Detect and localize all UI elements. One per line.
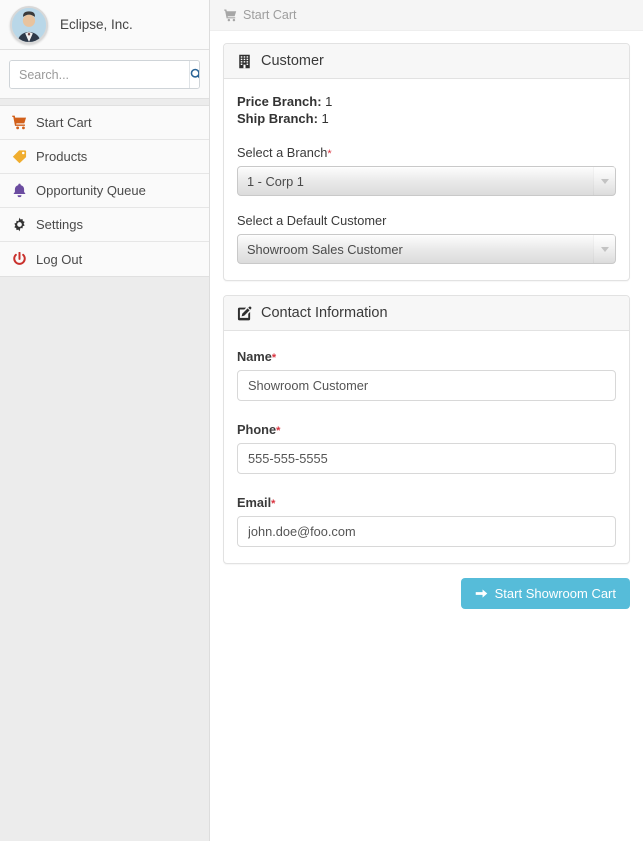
default-customer-select-value: Showroom Sales Customer — [247, 241, 403, 257]
name-field: Name* — [237, 349, 616, 401]
sidebar-item-start-cart[interactable]: Start Cart — [0, 106, 209, 140]
form-actions: Start Showroom Cart — [223, 578, 630, 623]
search-group — [9, 60, 200, 89]
required-asterisk: * — [271, 352, 277, 364]
required-asterisk: * — [271, 498, 276, 510]
sidebar-item-products[interactable]: Products — [0, 140, 209, 174]
page-content: Customer Price Branch: 1 Ship Branch: 1 … — [210, 31, 643, 623]
pencil-square-icon — [237, 306, 252, 321]
ship-branch-row: Ship Branch: 1 — [237, 110, 616, 127]
avatar — [10, 5, 48, 44]
power-off-icon — [12, 251, 27, 267]
gear-icon — [12, 217, 27, 232]
search-icon — [190, 68, 199, 81]
shopping-cart-icon — [12, 115, 27, 130]
building-icon — [237, 54, 252, 69]
contact-information-panel: Contact Information Name* Phone* — [223, 295, 630, 564]
sidebar-item-log-out[interactable]: Log Out — [0, 242, 209, 276]
sidebar-item-label: Settings — [36, 217, 83, 232]
search-button[interactable] — [189, 61, 199, 88]
ship-branch-label: Ship Branch: — [237, 111, 318, 126]
branch-label: Select a Branch* — [237, 145, 616, 160]
sidebar-filler — [0, 277, 209, 841]
sidebar-item-label: Opportunity Queue — [36, 183, 146, 198]
branch-label-text: Select a Branch — [237, 145, 328, 160]
email-label-text: Email — [237, 495, 272, 510]
search-input[interactable] — [10, 61, 189, 88]
price-branch-label: Price Branch: — [237, 94, 322, 109]
email-input[interactable] — [237, 516, 616, 547]
email-label: Email* — [237, 495, 616, 510]
contact-panel-body: Name* Phone* Email* — [224, 331, 629, 563]
price-branch-row: Price Branch: 1 — [237, 93, 616, 110]
customer-panel-body: Price Branch: 1 Ship Branch: 1 Select a … — [224, 79, 629, 280]
app-root: Eclipse, Inc. Search... Start Cart Produ… — [0, 0, 643, 841]
brand-name: Eclipse, Inc. — [60, 17, 133, 32]
name-input[interactable] — [237, 370, 616, 401]
name-label: Name* — [237, 349, 616, 364]
start-showroom-cart-button[interactable]: Start Showroom Cart — [460, 578, 630, 609]
customer-panel-header: Customer — [224, 44, 629, 79]
ship-branch-value: 1 — [321, 111, 329, 126]
customer-panel: Customer Price Branch: 1 Ship Branch: 1 … — [223, 43, 630, 281]
start-showroom-cart-label: Start Showroom Cart — [494, 586, 616, 601]
default-customer-field: Select a Default Customer Showroom Sales… — [237, 213, 616, 264]
sidebar-nav: Start Cart Products Opportunity Queue Se… — [0, 105, 209, 277]
arrow-right-icon — [475, 587, 488, 600]
bell-icon — [12, 183, 27, 198]
search-block — [0, 50, 209, 99]
sidebar-item-label: Start Cart — [36, 115, 92, 130]
shopping-cart-icon — [224, 8, 237, 22]
required-asterisk: * — [276, 425, 281, 437]
email-field: Email* — [237, 495, 616, 547]
sidebar-item-settings[interactable]: Settings — [0, 208, 209, 242]
breadcrumb-label[interactable]: Start Cart — [243, 8, 297, 22]
phone-field: Phone* — [237, 422, 616, 474]
name-label-text: Name — [237, 349, 272, 364]
chevron-down-icon — [593, 167, 615, 195]
phone-input[interactable] — [237, 443, 616, 474]
chevron-down-icon — [593, 235, 615, 263]
brand-block: Eclipse, Inc. — [0, 0, 209, 50]
default-customer-label: Select a Default Customer — [237, 213, 387, 228]
sidebar: Eclipse, Inc. Search... Start Cart Produ… — [0, 0, 210, 841]
breadcrumb: Start Cart — [210, 0, 643, 31]
customer-panel-title: Customer — [261, 53, 324, 69]
branch-field: Select a Branch* 1 - Corp 1 — [237, 145, 616, 196]
required-asterisk: * — [327, 148, 332, 160]
phone-label: Phone* — [237, 422, 616, 437]
phone-label-text: Phone — [237, 422, 277, 437]
price-branch-value: 1 — [325, 94, 333, 109]
tag-icon — [12, 149, 27, 164]
default-customer-select[interactable]: Showroom Sales Customer — [237, 234, 616, 264]
sidebar-item-label: Products — [36, 149, 88, 164]
branch-select-value: 1 - Corp 1 — [247, 173, 304, 189]
sidebar-item-label: Log Out — [36, 251, 83, 267]
contact-panel-title: Contact Information — [261, 305, 388, 321]
sidebar-item-opportunity-queue[interactable]: Opportunity Queue — [0, 174, 209, 208]
contact-panel-header: Contact Information — [224, 296, 629, 331]
branch-select[interactable]: 1 - Corp 1 — [237, 166, 616, 196]
main-content: Start Cart Customer Price Branch: 1 Ship… — [210, 0, 643, 841]
